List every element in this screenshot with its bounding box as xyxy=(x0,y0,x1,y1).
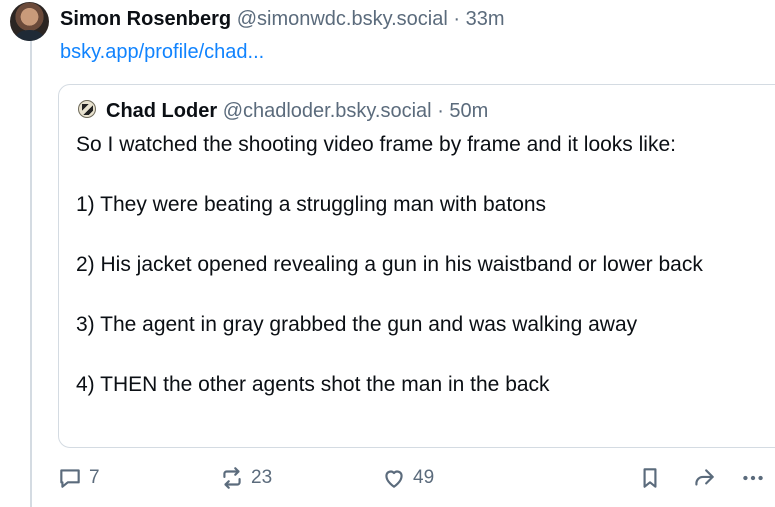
quote-line: So I watched the shooting video frame by… xyxy=(76,133,676,156)
quote-line: 3) The agent in gray grabbed the gun and… xyxy=(76,313,638,336)
share-icon xyxy=(690,465,718,491)
quote-separator: · xyxy=(437,100,444,122)
reply-button[interactable]: 7 xyxy=(57,465,100,491)
quote-author-name[interactable]: Chad Loder xyxy=(106,100,217,122)
quote-time[interactable]: 50m xyxy=(449,100,488,122)
bookmark-button[interactable] xyxy=(637,465,663,491)
quote-author-handle[interactable]: @chadloder.bsky.social xyxy=(223,100,432,122)
reply-icon xyxy=(57,465,83,491)
more-button[interactable] xyxy=(740,465,766,491)
reply-count: 7 xyxy=(89,467,100,488)
like-count: 49 xyxy=(413,467,435,488)
quote-header: Chad Loder @chadloder.bsky.social · 50m xyxy=(106,98,488,124)
bookmark-icon xyxy=(637,465,663,491)
post-time[interactable]: 33m xyxy=(466,8,505,30)
repost-button[interactable]: 23 xyxy=(219,465,272,491)
post-link[interactable]: bsky.app/profile/chad... xyxy=(60,39,264,65)
repost-icon xyxy=(219,465,245,491)
repost-count: 23 xyxy=(251,467,273,488)
thread-line xyxy=(30,40,32,507)
share-button[interactable] xyxy=(690,465,718,491)
quote-avatar[interactable] xyxy=(78,100,96,118)
author-name[interactable]: Simon Rosenberg xyxy=(60,8,231,30)
action-bar: 7 23 49 xyxy=(0,465,775,495)
quote-line: 4) THEN the other agents shot the man in… xyxy=(76,373,550,396)
like-button[interactable]: 49 xyxy=(381,465,434,491)
quote-line: 2) His jacket opened revealing a gun in … xyxy=(76,253,703,276)
like-icon xyxy=(381,465,407,491)
separator: · xyxy=(453,8,461,30)
avatar[interactable] xyxy=(10,2,49,41)
quote-line: 1) They were beating a struggling man wi… xyxy=(76,193,547,216)
author-handle[interactable]: @simonwdc.bsky.social xyxy=(237,8,448,30)
more-icon xyxy=(740,465,766,491)
quote-body: So I watched the shooting video frame by… xyxy=(76,130,775,400)
post-header: Simon Rosenberg @simonwdc.bsky.social · … xyxy=(60,6,505,32)
